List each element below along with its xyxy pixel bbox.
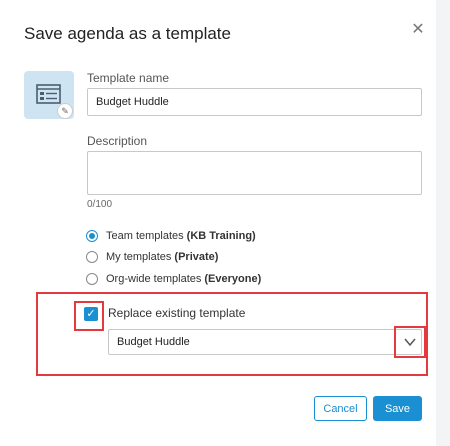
chevron-down-icon[interactable] (402, 334, 418, 350)
radio-team-templates[interactable]: Team templates (KB Training) (86, 228, 256, 244)
radio-button[interactable] (86, 251, 98, 263)
close-icon[interactable]: ✕ (410, 22, 426, 38)
description-label: Description (87, 134, 148, 148)
background-edge (436, 0, 450, 446)
radio-my-templates[interactable]: My templates (Private) (86, 249, 218, 265)
radio-button-checked[interactable] (86, 230, 98, 242)
replace-template-label: Replace existing template (108, 306, 246, 320)
template-name-label: Template name (87, 71, 170, 85)
radio-label-emphasis: (Private) (174, 251, 219, 263)
cancel-button[interactable]: Cancel (314, 396, 367, 421)
existing-template-select[interactable]: Budget Huddle (108, 329, 422, 355)
radio-label: Org-wide templates (106, 273, 202, 285)
template-icon: ✎ (24, 71, 74, 119)
pencil-icon[interactable]: ✎ (57, 103, 73, 119)
description-textarea[interactable] (87, 151, 422, 195)
radio-label-emphasis: (Everyone) (204, 273, 262, 285)
template-name-input[interactable] (87, 88, 422, 116)
save-button[interactable]: Save (373, 396, 422, 421)
radio-label: My templates (106, 251, 172, 263)
char-counter: 0/100 (87, 199, 113, 210)
radio-button[interactable] (86, 273, 98, 285)
radio-label: Team templates (106, 230, 184, 242)
radio-label-emphasis: (KB Training) (186, 230, 256, 242)
replace-template-checkbox[interactable]: ✓ (84, 307, 98, 321)
save-template-dialog: Save agenda as a template ✕ ✎ Template n… (0, 0, 436, 446)
dialog-title: Save agenda as a template (24, 24, 231, 43)
radio-org-wide-templates[interactable]: Org-wide templates (Everyone) (86, 271, 261, 287)
